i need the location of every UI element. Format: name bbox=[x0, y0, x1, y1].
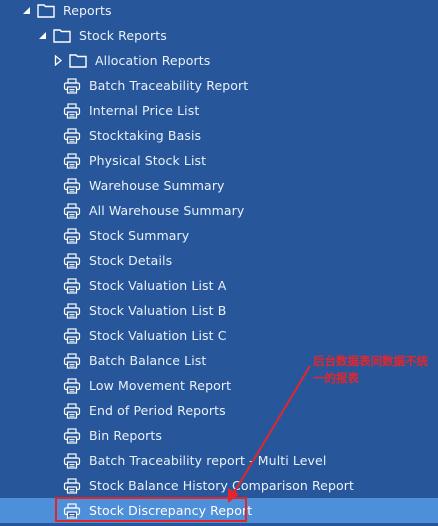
tree-item-label: All Warehouse Summary bbox=[89, 203, 245, 218]
printer-icon bbox=[62, 502, 82, 520]
tree-item-report[interactable]: Batch Traceability Report bbox=[0, 73, 438, 98]
printer-icon bbox=[62, 352, 82, 370]
printer-icon bbox=[62, 152, 82, 170]
printer-icon bbox=[62, 377, 82, 395]
printer-icon bbox=[62, 327, 82, 345]
tree-item-report[interactable]: Internal Price List bbox=[0, 98, 438, 123]
tree-item-report[interactable]: Warehouse Summary bbox=[0, 173, 438, 198]
tree-item-label: Batch Traceability report - Multi Level bbox=[89, 453, 327, 468]
report-tree: Reports Stock Reports Allocation Reports… bbox=[0, 0, 438, 526]
expanded-triangle-icon[interactable] bbox=[36, 30, 48, 42]
expanded-triangle-icon[interactable] bbox=[20, 5, 32, 17]
printer-icon bbox=[62, 477, 82, 495]
folder-icon bbox=[36, 2, 56, 20]
tree-item-label: Low Movement Report bbox=[89, 378, 232, 393]
tree-item-label: Stock Summary bbox=[89, 228, 190, 243]
printer-icon bbox=[62, 252, 82, 270]
tree-item-report[interactable]: Stock Valuation List C bbox=[0, 323, 438, 348]
collapsed-triangle-icon[interactable] bbox=[52, 55, 64, 67]
tree-item-report[interactable]: All Warehouse Summary bbox=[0, 198, 438, 223]
tree-item-report[interactable]: Stock Discrepancy Report bbox=[0, 498, 438, 523]
printer-icon bbox=[62, 77, 82, 95]
tree-item-report[interactable]: Stock Balance History Comparison Report bbox=[0, 473, 438, 498]
tree-node-label: Stock Reports bbox=[79, 28, 167, 43]
tree-item-label: Stock Balance History Comparison Report bbox=[89, 478, 354, 493]
tree-item-label: Stock Valuation List A bbox=[89, 278, 227, 293]
tree-item-label: Warehouse Summary bbox=[89, 178, 225, 193]
printer-icon bbox=[62, 302, 82, 320]
tree-item-label: End of Period Reports bbox=[89, 403, 226, 418]
tree-item-label: Bin Reports bbox=[89, 428, 162, 443]
annotation-note: 后台数据表间数据不统一的报表 bbox=[313, 354, 428, 385]
tree-node-reports[interactable]: Reports bbox=[0, 0, 438, 23]
tree-item-label: Batch Balance List bbox=[89, 353, 207, 368]
tree-item-label: Physical Stock List bbox=[89, 153, 207, 168]
tree-node-stock-reports[interactable]: Stock Reports bbox=[0, 23, 438, 48]
tree-item-report[interactable]: Stock Details bbox=[0, 248, 438, 273]
tree-node-allocation-reports[interactable]: Allocation Reports bbox=[0, 48, 438, 73]
tree-item-label: Stock Valuation List C bbox=[89, 328, 227, 343]
folder-icon bbox=[52, 27, 72, 45]
folder-icon bbox=[68, 52, 88, 70]
tree-item-label: Batch Traceability Report bbox=[89, 78, 249, 93]
printer-icon bbox=[62, 277, 82, 295]
tree-item-report[interactable]: Stock Valuation List A bbox=[0, 273, 438, 298]
tree-item-report[interactable]: Stock Summary bbox=[0, 223, 438, 248]
printer-icon bbox=[62, 202, 82, 220]
printer-icon bbox=[62, 427, 82, 445]
printer-icon bbox=[62, 452, 82, 470]
tree-item-report[interactable]: Physical Stock List bbox=[0, 148, 438, 173]
tree-item-report[interactable]: Bin Reports bbox=[0, 423, 438, 448]
tree-item-label: Stock Valuation List B bbox=[89, 303, 227, 318]
tree-item-report[interactable]: Stocktaking Basis bbox=[0, 123, 438, 148]
tree-item-label: Internal Price List bbox=[89, 103, 200, 118]
tree-node-label: Reports bbox=[63, 3, 112, 18]
printer-icon bbox=[62, 177, 82, 195]
printer-icon bbox=[62, 102, 82, 120]
tree-item-label: Stock Discrepancy Report bbox=[89, 503, 253, 518]
tree-item-label: Stocktaking Basis bbox=[89, 128, 202, 143]
tree-item-report[interactable]: Stock Valuation List B bbox=[0, 298, 438, 323]
printer-icon bbox=[62, 402, 82, 420]
tree-node-label: Allocation Reports bbox=[95, 53, 211, 68]
printer-icon bbox=[62, 127, 82, 145]
tree-item-label: Stock Details bbox=[89, 253, 173, 268]
printer-icon bbox=[62, 227, 82, 245]
tree-item-report[interactable]: Batch Traceability report - Multi Level bbox=[0, 448, 438, 473]
tree-item-report[interactable]: End of Period Reports bbox=[0, 398, 438, 423]
